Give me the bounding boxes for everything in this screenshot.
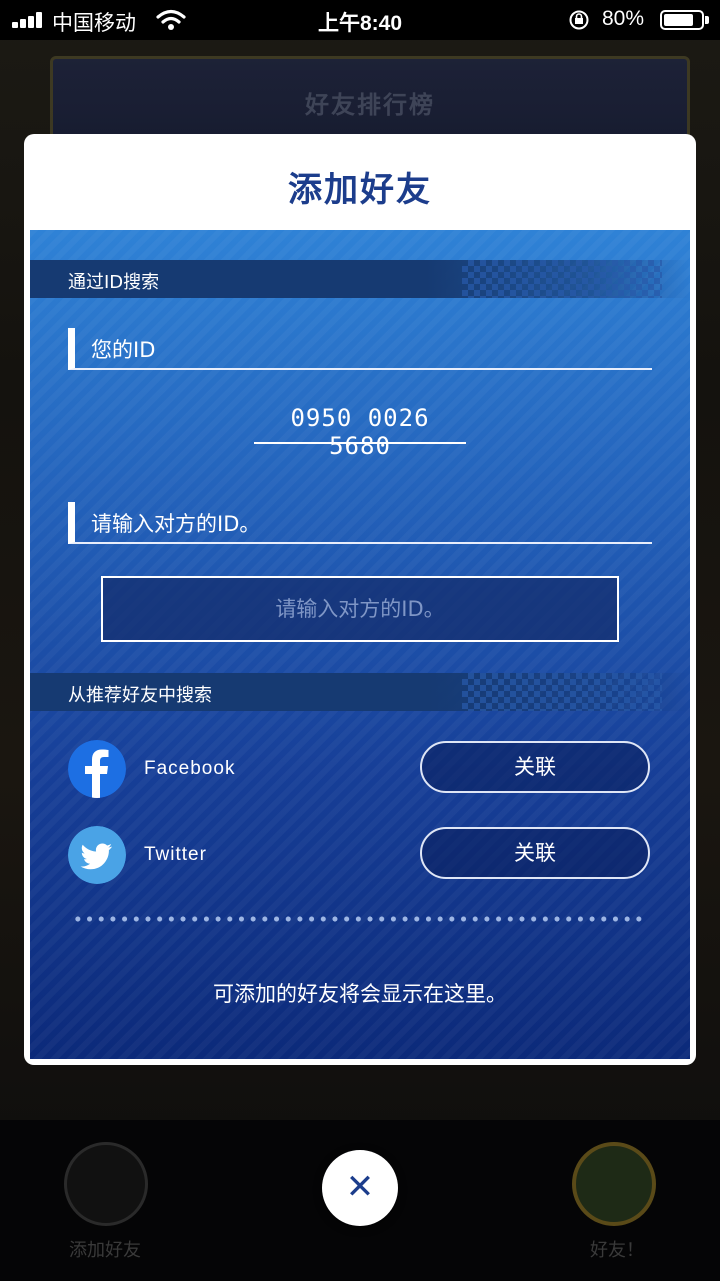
battery-icon	[660, 10, 704, 30]
twitter-link-button[interactable]: 关联	[420, 827, 650, 879]
facebook-link-button[interactable]: 关联	[420, 741, 650, 793]
empty-friends-message: 可添加的好友将会显示在这里。	[213, 982, 507, 1006]
search-by-id-section: 通过ID搜索	[30, 260, 690, 298]
battery-tip	[705, 16, 709, 24]
background-add-friend-icon	[64, 1142, 148, 1226]
your-id-header: 您的ID	[68, 328, 652, 370]
section-checker-pattern	[462, 260, 662, 298]
facebook-row: Facebook 关联	[68, 740, 652, 800]
twitter-icon	[68, 826, 126, 884]
background-banner-text: 好友排行榜	[305, 91, 435, 119]
recommended-label: 从推荐好友中搜索	[68, 685, 212, 706]
search-by-id-label: 通过ID搜索	[68, 272, 160, 293]
dotted-divider	[72, 916, 648, 922]
rotation-lock-icon	[569, 10, 589, 30]
your-id-value: 0950 0026 5680	[254, 404, 466, 460]
facebook-icon	[68, 740, 126, 798]
background-right-label: 好友！	[590, 1240, 644, 1261]
your-id-label: 您的ID	[91, 338, 156, 362]
facebook-name: Facebook	[144, 758, 236, 779]
background-banner: 好友排行榜	[50, 56, 690, 146]
background-left-label: 添加好友	[69, 1240, 141, 1261]
add-friend-dialog: 添加好友 通过ID搜索 您的ID 0950 0026 5680 请输入对方的ID…	[24, 134, 696, 1065]
status-bar: 中国移动 上午8:40 80%	[0, 0, 720, 40]
battery-percent: 80%	[602, 7, 645, 30]
other-id-header: 请输入对方的ID。	[68, 502, 652, 544]
friend-id-input[interactable]	[101, 576, 619, 642]
section-checker-pattern	[462, 673, 662, 711]
close-button[interactable]: ✕	[322, 1150, 398, 1226]
battery-fill	[664, 14, 693, 26]
recommended-section: 从推荐好友中搜索	[30, 673, 690, 711]
background-avatar-icon	[572, 1142, 656, 1226]
dialog-title: 添加好友	[288, 170, 432, 210]
dialog-body: 通过ID搜索 您的ID 0950 0026 5680 请输入对方的ID。 从推荐…	[30, 230, 690, 1059]
twitter-row: Twitter 关联	[68, 826, 652, 886]
twitter-name: Twitter	[144, 844, 207, 865]
other-id-label: 请输入对方的ID。	[91, 512, 261, 536]
